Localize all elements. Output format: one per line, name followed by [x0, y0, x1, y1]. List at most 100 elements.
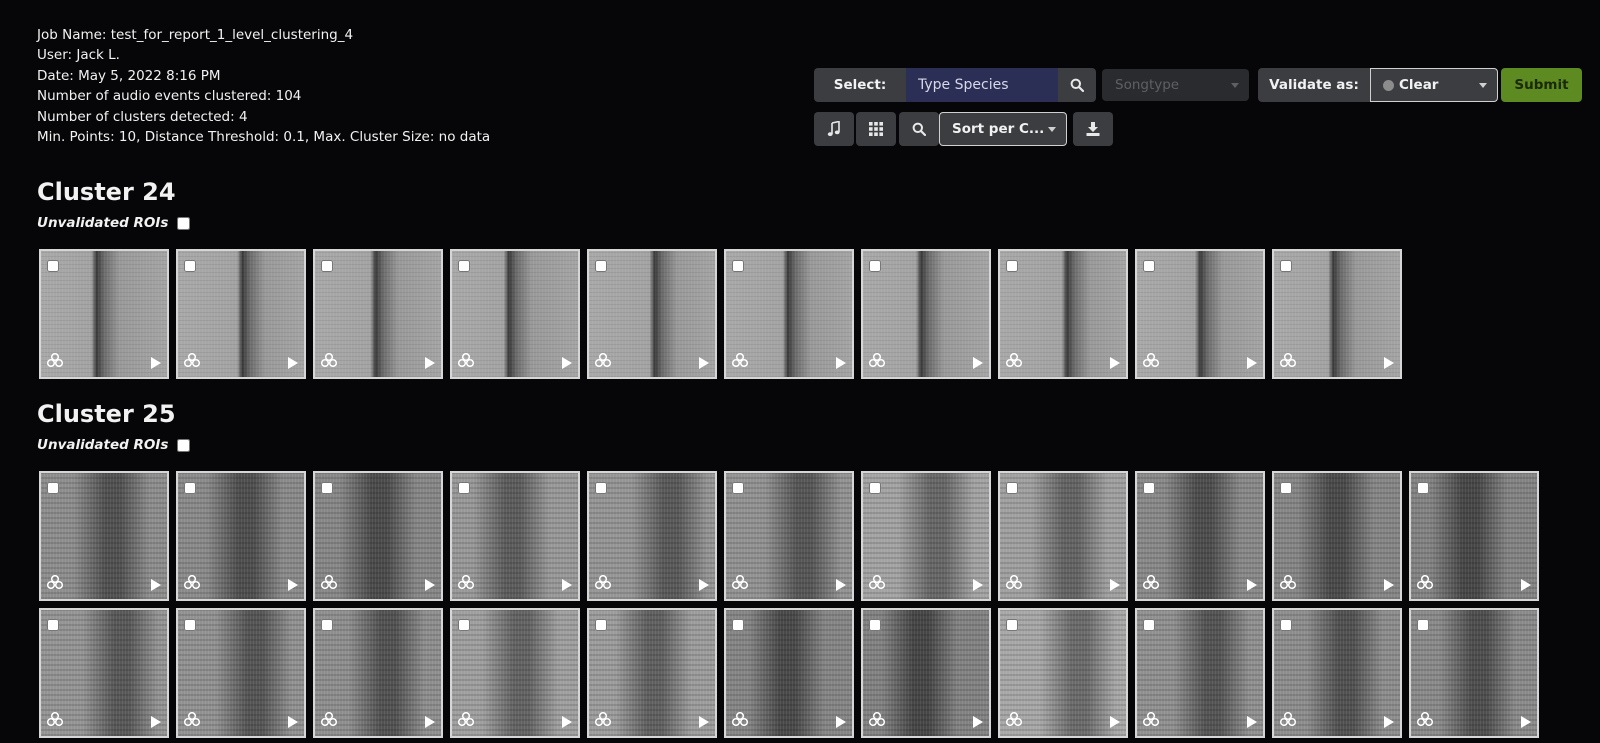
roi-thumbnail[interactable] — [861, 608, 991, 738]
play-icon[interactable] — [699, 579, 709, 591]
roi-thumbnail[interactable] — [450, 471, 580, 601]
cluster-icon[interactable] — [46, 711, 64, 730]
roi-thumbnail[interactable] — [1409, 608, 1539, 738]
play-icon[interactable] — [425, 357, 435, 369]
cluster-icon[interactable] — [1279, 711, 1297, 730]
cluster-icon[interactable] — [731, 711, 749, 730]
roi-thumbnail[interactable] — [724, 471, 854, 601]
roi-thumbnail[interactable] — [1135, 608, 1265, 738]
roi-checkbox[interactable] — [47, 619, 59, 631]
play-icon[interactable] — [1521, 716, 1531, 728]
play-icon[interactable] — [836, 579, 846, 591]
roi-thumbnail[interactable] — [724, 249, 854, 379]
roi-thumbnail[interactable] — [1135, 471, 1265, 601]
play-icon[interactable] — [288, 579, 298, 591]
play-icon[interactable] — [836, 716, 846, 728]
roi-checkbox[interactable] — [1417, 482, 1429, 494]
play-icon[interactable] — [1110, 579, 1120, 591]
roi-checkbox[interactable] — [732, 482, 744, 494]
cluster-icon[interactable] — [46, 574, 64, 593]
roi-checkbox[interactable] — [184, 260, 196, 272]
roi-thumbnail[interactable] — [313, 608, 443, 738]
audio-view-button[interactable] — [814, 112, 854, 146]
roi-thumbnail[interactable] — [587, 249, 717, 379]
cluster-icon[interactable] — [731, 574, 749, 593]
roi-checkbox[interactable] — [47, 260, 59, 272]
roi-checkbox[interactable] — [595, 260, 607, 272]
roi-checkbox[interactable] — [184, 619, 196, 631]
play-icon[interactable] — [973, 357, 983, 369]
play-icon[interactable] — [1247, 716, 1257, 728]
roi-checkbox[interactable] — [47, 482, 59, 494]
species-search-button[interactable] — [1058, 68, 1096, 102]
cluster-icon[interactable] — [183, 352, 201, 371]
play-icon[interactable] — [1384, 716, 1394, 728]
download-button[interactable] — [1073, 112, 1113, 146]
cluster-icon[interactable] — [1142, 352, 1160, 371]
cluster-icon[interactable] — [868, 574, 886, 593]
play-icon[interactable] — [699, 716, 709, 728]
roi-thumbnail[interactable] — [861, 249, 991, 379]
roi-checkbox[interactable] — [732, 260, 744, 272]
roi-thumbnail[interactable] — [861, 471, 991, 601]
roi-checkbox[interactable] — [1006, 260, 1018, 272]
cluster-icon[interactable] — [183, 711, 201, 730]
roi-thumbnail[interactable] — [39, 249, 169, 379]
play-icon[interactable] — [151, 579, 161, 591]
play-icon[interactable] — [288, 716, 298, 728]
play-icon[interactable] — [288, 357, 298, 369]
roi-checkbox[interactable] — [1417, 619, 1429, 631]
roi-thumbnail[interactable] — [587, 471, 717, 601]
cluster-icon[interactable] — [320, 711, 338, 730]
cluster-icon[interactable] — [1005, 711, 1023, 730]
roi-thumbnail[interactable] — [1272, 608, 1402, 738]
roi-thumbnail[interactable] — [39, 608, 169, 738]
roi-checkbox[interactable] — [321, 482, 333, 494]
cluster-icon[interactable] — [457, 574, 475, 593]
roi-checkbox[interactable] — [458, 619, 470, 631]
cluster-icon[interactable] — [1416, 711, 1434, 730]
roi-thumbnail[interactable] — [313, 249, 443, 379]
cluster-icon[interactable] — [1279, 352, 1297, 371]
roi-thumbnail[interactable] — [450, 608, 580, 738]
play-icon[interactable] — [562, 357, 572, 369]
play-icon[interactable] — [425, 716, 435, 728]
roi-thumbnail[interactable] — [176, 249, 306, 379]
cluster-icon[interactable] — [1005, 352, 1023, 371]
play-icon[interactable] — [1521, 579, 1531, 591]
cluster-icon[interactable] — [320, 574, 338, 593]
cluster-icon[interactable] — [868, 711, 886, 730]
play-icon[interactable] — [699, 357, 709, 369]
roi-thumbnail[interactable] — [998, 608, 1128, 738]
play-icon[interactable] — [1247, 579, 1257, 591]
roi-checkbox[interactable] — [869, 619, 881, 631]
roi-thumbnail[interactable] — [313, 471, 443, 601]
roi-thumbnail[interactable] — [1409, 471, 1539, 601]
roi-thumbnail[interactable] — [587, 608, 717, 738]
roi-checkbox[interactable] — [1006, 619, 1018, 631]
validate-select[interactable]: Clear — [1370, 68, 1498, 102]
cluster-icon[interactable] — [183, 574, 201, 593]
roi-thumbnail[interactable] — [998, 249, 1128, 379]
roi-thumbnail[interactable] — [176, 608, 306, 738]
roi-checkbox[interactable] — [458, 482, 470, 494]
roi-checkbox[interactable] — [1143, 619, 1155, 631]
roi-checkbox[interactable] — [1143, 260, 1155, 272]
cluster-icon[interactable] — [1416, 574, 1434, 593]
play-icon[interactable] — [1247, 357, 1257, 369]
cluster-icon[interactable] — [457, 711, 475, 730]
cluster-icon[interactable] — [594, 352, 612, 371]
play-icon[interactable] — [151, 716, 161, 728]
cluster-icon[interactable] — [1005, 574, 1023, 593]
cluster-icon[interactable] — [594, 711, 612, 730]
play-icon[interactable] — [425, 579, 435, 591]
play-icon[interactable] — [1110, 716, 1120, 728]
roi-thumbnail[interactable] — [450, 249, 580, 379]
roi-checkbox[interactable] — [1280, 619, 1292, 631]
roi-checkbox[interactable] — [869, 260, 881, 272]
roi-checkbox[interactable] — [1280, 482, 1292, 494]
play-icon[interactable] — [973, 579, 983, 591]
select-all-checkbox[interactable] — [177, 438, 191, 452]
play-icon[interactable] — [836, 357, 846, 369]
play-icon[interactable] — [151, 357, 161, 369]
